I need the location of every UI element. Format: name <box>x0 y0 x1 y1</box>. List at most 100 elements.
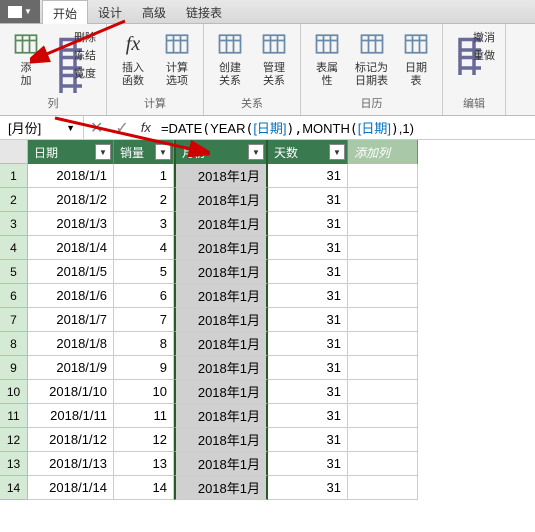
cell-month[interactable]: 2018年1月 <box>174 404 268 428</box>
col-header-date[interactable]: 日期▼ <box>28 140 114 164</box>
row-header[interactable]: 13 <box>0 452 28 476</box>
ribbon-small-4-1[interactable]: 重做 <box>449 46 499 64</box>
cell-month[interactable]: 2018年1月 <box>174 428 268 452</box>
tab-0[interactable]: 开始 <box>42 0 88 24</box>
cell-date[interactable]: 2018/1/7 <box>28 308 114 332</box>
cell-add[interactable] <box>348 308 418 332</box>
col-header-days[interactable]: 天数▼ <box>268 140 348 164</box>
formula-input[interactable]: =DATE(YEAR([日期]),MONTH([日期]),1) <box>157 116 535 139</box>
cell-month[interactable]: 2018年1月 <box>174 284 268 308</box>
cell-sales[interactable]: 2 <box>114 188 174 212</box>
cell-sales[interactable]: 13 <box>114 452 174 476</box>
cell-sales[interactable]: 8 <box>114 332 174 356</box>
row-header[interactable]: 6 <box>0 284 28 308</box>
row-header[interactable]: 14 <box>0 476 28 500</box>
ribbon-small-0-2[interactable]: 宽度 <box>50 64 100 82</box>
row-header[interactable]: 8 <box>0 332 28 356</box>
cell-month[interactable]: 2018年1月 <box>174 260 268 284</box>
cell-month[interactable]: 2018年1月 <box>174 164 268 188</box>
cell-month[interactable]: 2018年1月 <box>174 332 268 356</box>
cell-date[interactable]: 2018/1/12 <box>28 428 114 452</box>
cell-days[interactable]: 31 <box>268 404 348 428</box>
ribbon-btn-3-2[interactable]: 日期 表 <box>394 26 438 93</box>
cell-add[interactable] <box>348 236 418 260</box>
cell-add[interactable] <box>348 404 418 428</box>
cell-add[interactable] <box>348 188 418 212</box>
cell-days[interactable]: 31 <box>268 476 348 500</box>
cell-month[interactable]: 2018年1月 <box>174 188 268 212</box>
cell-add[interactable] <box>348 380 418 404</box>
cell-date[interactable]: 2018/1/6 <box>28 284 114 308</box>
cell-date[interactable]: 2018/1/1 <box>28 164 114 188</box>
cell-month[interactable]: 2018年1月 <box>174 476 268 500</box>
cell-date[interactable]: 2018/1/10 <box>28 380 114 404</box>
cell-date[interactable]: 2018/1/14 <box>28 476 114 500</box>
cell-month[interactable]: 2018年1月 <box>174 212 268 236</box>
cell-add[interactable] <box>348 476 418 500</box>
ribbon-btn-1-1[interactable]: 计算 选项 <box>155 26 199 93</box>
cell-sales[interactable]: 6 <box>114 284 174 308</box>
cell-sales[interactable]: 5 <box>114 260 174 284</box>
cancel-icon[interactable]: ✕ <box>84 118 109 138</box>
cell-sales[interactable]: 10 <box>114 380 174 404</box>
cell-days[interactable]: 31 <box>268 164 348 188</box>
cell-sales[interactable]: 7 <box>114 308 174 332</box>
file-menu[interactable]: ▼ <box>0 0 40 23</box>
cell-add[interactable] <box>348 212 418 236</box>
tab-2[interactable]: 高级 <box>132 0 176 24</box>
cell-date[interactable]: 2018/1/8 <box>28 332 114 356</box>
ribbon-small-0-0[interactable]: 删除 <box>50 28 100 46</box>
cell-days[interactable]: 31 <box>268 236 348 260</box>
ribbon-small-4-0[interactable]: 撤消 <box>449 28 499 46</box>
ribbon-btn-2-0[interactable]: 创建 关系 <box>208 26 252 93</box>
filter-icon[interactable]: ▼ <box>95 144 111 160</box>
cell-month[interactable]: 2018年1月 <box>174 452 268 476</box>
tab-1[interactable]: 设计 <box>88 0 132 24</box>
cell-sales[interactable]: 3 <box>114 212 174 236</box>
cell-date[interactable]: 2018/1/3 <box>28 212 114 236</box>
row-header[interactable]: 2 <box>0 188 28 212</box>
cell-days[interactable]: 31 <box>268 188 348 212</box>
cell-days[interactable]: 31 <box>268 284 348 308</box>
col-header-month[interactable]: 月份▼ <box>174 140 268 164</box>
cell-add[interactable] <box>348 260 418 284</box>
select-all-corner[interactable] <box>0 140 28 164</box>
name-box[interactable]: [月份] ▼ <box>0 116 84 139</box>
filter-icon[interactable]: ▼ <box>155 144 171 160</box>
cell-days[interactable]: 31 <box>268 212 348 236</box>
filter-icon[interactable]: ▼ <box>329 144 345 160</box>
cell-sales[interactable]: 12 <box>114 428 174 452</box>
confirm-icon[interactable]: ✓ <box>109 118 134 138</box>
cell-month[interactable]: 2018年1月 <box>174 356 268 380</box>
cell-add[interactable] <box>348 356 418 380</box>
cell-days[interactable]: 31 <box>268 308 348 332</box>
cell-days[interactable]: 31 <box>268 260 348 284</box>
cell-month[interactable]: 2018年1月 <box>174 308 268 332</box>
cell-add[interactable] <box>348 164 418 188</box>
cell-sales[interactable]: 9 <box>114 356 174 380</box>
ribbon-btn-2-1[interactable]: 管理 关系 <box>252 26 296 93</box>
cell-date[interactable]: 2018/1/13 <box>28 452 114 476</box>
cell-month[interactable]: 2018年1月 <box>174 380 268 404</box>
row-header[interactable]: 1 <box>0 164 28 188</box>
cell-date[interactable]: 2018/1/5 <box>28 260 114 284</box>
cell-date[interactable]: 2018/1/2 <box>28 188 114 212</box>
cell-days[interactable]: 31 <box>268 332 348 356</box>
ribbon-btn-3-0[interactable]: 表属 性 <box>305 26 349 93</box>
ribbon-btn-3-1[interactable]: 标记为 日期表 <box>349 26 394 93</box>
tab-3[interactable]: 链接表 <box>176 0 232 24</box>
row-header[interactable]: 12 <box>0 428 28 452</box>
cell-days[interactable]: 31 <box>268 356 348 380</box>
cell-sales[interactable]: 4 <box>114 236 174 260</box>
row-header[interactable]: 5 <box>0 260 28 284</box>
cell-add[interactable] <box>348 452 418 476</box>
filter-icon[interactable]: ▼ <box>248 144 264 160</box>
row-header[interactable]: 4 <box>0 236 28 260</box>
row-header[interactable]: 11 <box>0 404 28 428</box>
col-header-sales[interactable]: 销量▼ <box>114 140 174 164</box>
row-header[interactable]: 3 <box>0 212 28 236</box>
ribbon-small-0-1[interactable]: 冻结 <box>50 46 100 64</box>
cell-date[interactable]: 2018/1/9 <box>28 356 114 380</box>
cell-days[interactable]: 31 <box>268 452 348 476</box>
cell-sales[interactable]: 1 <box>114 164 174 188</box>
